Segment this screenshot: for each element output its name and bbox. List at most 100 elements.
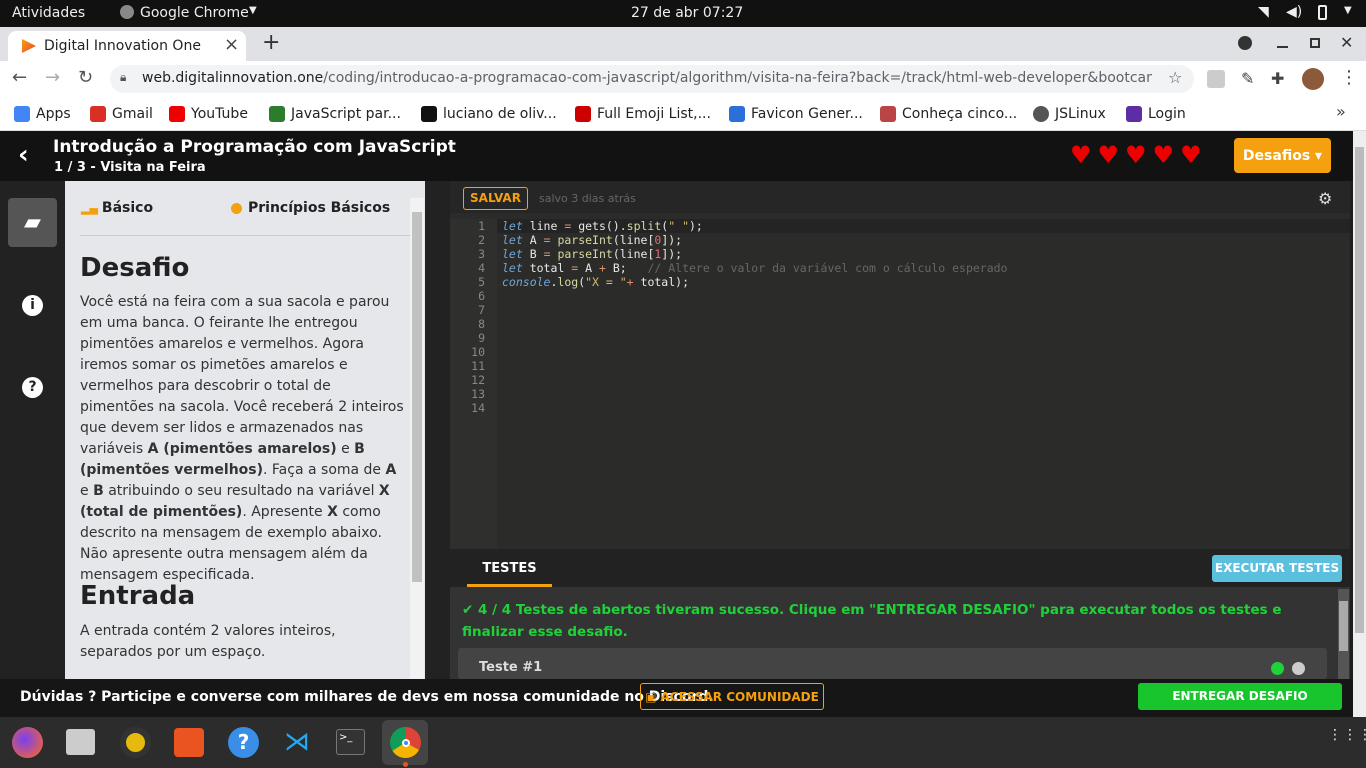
category-label: Princípios Básicos — [248, 200, 391, 216]
bookmark-favicon[interactable]: Favicon Gener... — [729, 103, 863, 125]
site-icon — [880, 106, 896, 122]
help-icon[interactable]: ? — [22, 377, 43, 398]
page-scrollbar-thumb[interactable] — [1355, 147, 1364, 633]
back-arrow-icon[interactable]: ← — [12, 67, 27, 88]
battery-icon[interactable] — [1318, 5, 1327, 20]
code-line[interactable]: let A = parseInt(line[0]); — [502, 233, 1342, 247]
code-token: let — [502, 219, 523, 233]
page-scrollbar[interactable] — [1353, 131, 1366, 717]
code-token: let — [502, 261, 523, 275]
tests-scrollbar[interactable] — [1338, 589, 1349, 679]
browser-tab[interactable]: Digital Innovation One × — [8, 31, 246, 61]
code-line[interactable]: let B = parseInt(line[1]); — [502, 247, 1342, 261]
code-token: "X = " — [585, 275, 627, 289]
difficulty-level: ▂▄ Básico — [81, 200, 153, 216]
level-label: Básico — [101, 200, 154, 216]
code-line[interactable]: let line = gets().split(" "); — [502, 219, 1342, 233]
tab-search-icon[interactable] — [1238, 36, 1252, 50]
minimize-window-icon[interactable] — [1277, 46, 1288, 48]
help-icon[interactable]: ? — [228, 727, 259, 758]
bookmark-emoji[interactable]: Full Emoji List,... — [575, 103, 711, 125]
run-tests-button[interactable]: EXECUTAR TESTES — [1212, 555, 1342, 582]
desafios-dropdown-button[interactable]: Desafios ▾ — [1234, 138, 1331, 173]
favicon-generator-icon — [729, 106, 745, 122]
test-case-row[interactable]: Teste #1 — [458, 648, 1327, 679]
bookmark-youtube[interactable]: YouTube — [169, 103, 248, 125]
settings-gear-icon[interactable]: ⚙ — [1318, 189, 1332, 208]
code-token: " " — [668, 219, 689, 233]
text-run: e — [80, 483, 94, 499]
book-icon[interactable]: ▰ — [8, 198, 57, 247]
line-number: 1 — [478, 219, 485, 233]
course-header: ‹ Introdução a Programação com JavaScrip… — [0, 131, 1353, 181]
panel-gutter — [425, 181, 450, 679]
wifi-icon[interactable]: ◥ — [1258, 4, 1269, 20]
app-menu[interactable]: Google Chrome — [140, 5, 249, 21]
description-scrollbar[interactable] — [410, 198, 424, 679]
bookmark-label: JSLinux — [1055, 106, 1106, 122]
expand-test-icon[interactable] — [1292, 662, 1305, 675]
forward-arrow-icon[interactable]: → — [45, 67, 60, 88]
tab-testes[interactable]: TESTES — [467, 554, 552, 587]
bookmark-conheca[interactable]: Conheça cinco... — [880, 103, 1017, 125]
tests-scrollbar-thumb[interactable] — [1339, 601, 1348, 651]
close-tab-icon[interactable]: × — [224, 34, 239, 55]
info-icon[interactable]: i — [22, 295, 43, 316]
eyedropper-extension-icon[interactable]: ✎ — [1241, 69, 1254, 88]
bookmark-javascript[interactable]: JavaScript par... — [269, 103, 401, 125]
maximize-window-icon[interactable] — [1310, 38, 1320, 48]
software-center-icon[interactable] — [174, 728, 204, 757]
bookmark-gmail[interactable]: Gmail — [90, 103, 153, 125]
back-chevron-icon[interactable]: ‹ — [18, 140, 29, 170]
bookmark-jslinux[interactable]: JSLinux — [1033, 103, 1106, 125]
bookmarks-overflow-icon[interactable]: » — [1336, 102, 1346, 121]
clock[interactable]: 27 de abr 07:27 — [631, 5, 743, 21]
address-bar[interactable]: 🔒︎ web.digitalinnovation.one/coding/intr… — [110, 65, 1194, 93]
code-line[interactable]: let total = A + B; // Altere o valor da … — [502, 261, 1342, 275]
dio-favicon-icon — [22, 39, 36, 53]
test-pass-icon — [1271, 662, 1284, 675]
bookmark-login[interactable]: Login — [1126, 103, 1186, 125]
app-menu-arrow-icon[interactable]: ▼ — [249, 5, 257, 16]
desafio-paragraph: Você está na feira com a sua sacola e pa… — [80, 292, 407, 586]
lock-icon[interactable]: 🔒︎ — [120, 70, 126, 85]
w3schools-icon — [269, 106, 285, 122]
url-text[interactable]: web.digitalinnovation.one/coding/introdu… — [142, 70, 1152, 86]
new-tab-button[interactable]: + — [262, 30, 280, 55]
vscode-icon[interactable]: ⋊ — [282, 728, 312, 757]
extension-m-icon[interactable] — [1207, 70, 1225, 88]
heart-icon: ♥ — [1180, 141, 1202, 169]
code-token: + — [598, 261, 606, 275]
reload-icon[interactable]: ↻ — [78, 67, 93, 88]
bookmark-apps[interactable]: Apps — [14, 103, 71, 125]
code-area[interactable]: let line = gets().split(" "); let A = par… — [502, 219, 1342, 289]
volume-icon[interactable]: ◀) — [1286, 4, 1302, 20]
submit-challenge-button[interactable]: ENTREGAR DESAFIO — [1138, 683, 1342, 710]
category-dot-icon — [231, 202, 242, 214]
description-scrollbar-thumb[interactable] — [412, 212, 422, 582]
heading-entrada: Entrada — [80, 581, 196, 611]
profile-avatar[interactable] — [1302, 68, 1324, 90]
code-token: A — [578, 261, 599, 275]
tab-title: Digital Innovation One — [44, 38, 201, 54]
bold-term: A (pimentões amarelos) — [147, 441, 337, 457]
save-button[interactable]: SALVAR — [463, 187, 528, 210]
terminal-icon[interactable]: >_ — [336, 729, 365, 755]
extensions-puzzle-icon[interactable]: ✚ — [1271, 69, 1284, 88]
challenge-subtitle: 1 / 3 - Visita na Feira — [54, 160, 206, 175]
activities-button[interactable]: Atividades — [12, 5, 85, 21]
system-menu-arrow-icon[interactable]: ▼ — [1344, 5, 1352, 16]
firefox-icon[interactable] — [12, 727, 43, 758]
bookmark-luciano[interactable]: luciano de oliv... — [421, 103, 557, 125]
files-icon[interactable] — [66, 729, 95, 755]
code-line[interactable]: console.log("X = "+ total); — [502, 275, 1342, 289]
check-circle-icon: ✔︎ — [462, 602, 474, 618]
heart-icon: ♥ — [1125, 141, 1147, 169]
show-apps-grid-icon[interactable]: ⋮⋮⋮ — [1328, 728, 1366, 742]
chrome-menu-icon[interactable]: ⋮ — [1340, 67, 1358, 88]
bookmark-star-icon[interactable]: ☆ — [1168, 68, 1182, 87]
community-button[interactable]: ▣ ACESSAR COMUNIDADE — [640, 683, 824, 710]
rhythmbox-icon[interactable] — [120, 727, 151, 758]
line-number: 11 — [471, 359, 485, 373]
close-window-icon[interactable]: ✕ — [1340, 33, 1353, 52]
